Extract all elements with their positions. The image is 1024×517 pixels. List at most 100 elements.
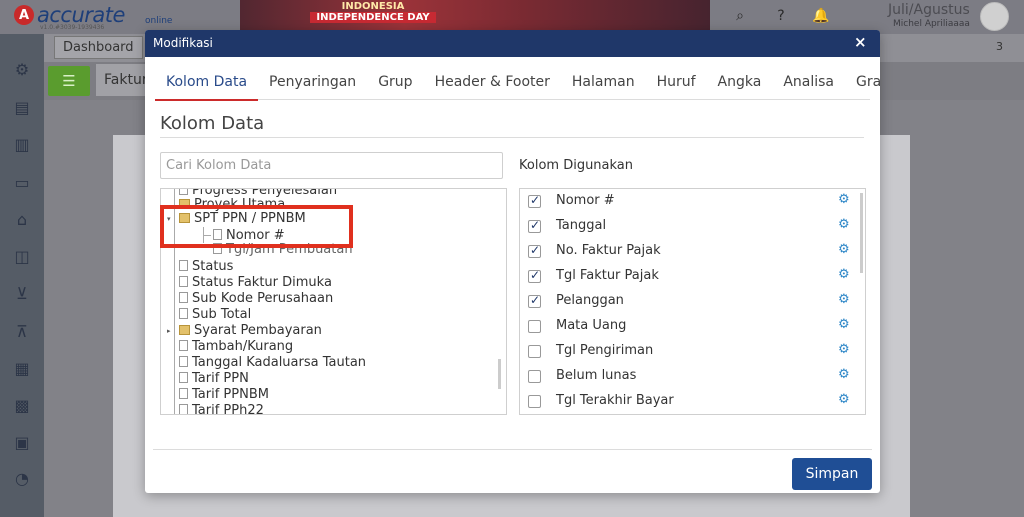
gear-icon[interactable]: ⚙ (838, 192, 850, 207)
tab-dashboard[interactable]: Dashboard (54, 36, 143, 59)
file-icon (179, 189, 188, 195)
tree-item[interactable]: Tarif PPNBM (179, 387, 269, 403)
dialog-header: Modifikasi × (145, 30, 880, 57)
settings-icon[interactable]: ⚙ (11, 59, 33, 81)
tab-penyaringan[interactable]: Penyaringan (258, 71, 367, 99)
logo-mark: A (14, 5, 34, 25)
column-checkbox[interactable] (528, 345, 541, 358)
gear-icon[interactable]: ⚙ (838, 267, 850, 282)
tree-item[interactable]: Status (179, 259, 233, 275)
column-row: Mata Uang ⚙ (528, 317, 858, 337)
modifikasi-dialog: Modifikasi × Kolom Data Penyaringan Grup… (145, 30, 880, 493)
logo-sub: online (145, 16, 173, 26)
columns-scrollbar[interactable] (860, 193, 863, 273)
inventory-icon[interactable]: ▦ (11, 358, 33, 380)
expand-icon[interactable]: ▸ (167, 327, 171, 335)
tree-item[interactable]: Tarif PPh22 (179, 403, 264, 414)
version-text: v1.0.#3039-1939436 (40, 24, 105, 31)
tab-analisa[interactable]: Analisa (772, 71, 845, 99)
gear-icon[interactable]: ⚙ (838, 292, 850, 307)
close-icon[interactable]: × (854, 33, 867, 51)
page-indicator[interactable]: 3 (996, 40, 1003, 53)
tree-item[interactable]: Tanggal Kadaluarsa Tautan (179, 355, 366, 371)
tab-kolom-data[interactable]: Kolom Data (155, 71, 259, 101)
column-row: Tgl Terakhir Bayar ⚙ (528, 392, 858, 412)
folder-icon (179, 325, 190, 335)
section-title: Kolom Data (160, 113, 265, 134)
column-row: Nomor #⚙ (528, 192, 858, 212)
tab-grup[interactable]: Grup (367, 71, 423, 99)
tree-item[interactable]: Status Faktur Dimuka (179, 275, 332, 291)
banner-line1: INDONESIA (341, 1, 405, 12)
columns-used-list: Nomor #⚙ Tanggal⚙ No. Faktur Pajak⚙ Tgl … (519, 188, 866, 415)
column-checkbox[interactable] (528, 395, 541, 408)
ledger-icon[interactable]: ▥ (11, 134, 33, 156)
inbox-icon[interactable]: ▤ (11, 97, 33, 119)
tree-item[interactable]: Tambah/Kurang (179, 339, 293, 355)
column-row: Tgl Faktur Pajak⚙ (528, 267, 858, 287)
tree-item[interactable]: Tarif PPN (179, 371, 249, 387)
gear-icon[interactable]: ⚙ (838, 342, 850, 357)
column-row: Tgl Pengiriman ⚙ (528, 342, 858, 362)
barcode-icon[interactable]: ▩ (11, 395, 33, 417)
gear-icon[interactable]: ⚙ (838, 217, 850, 232)
file-icon (179, 388, 188, 399)
column-checkbox[interactable] (528, 320, 541, 333)
tree-item[interactable]: Syarat Pembayaran (179, 323, 322, 339)
columns-used-label: Kolom Digunakan (519, 158, 634, 173)
gear-icon[interactable]: ⚙ (838, 317, 850, 332)
column-checkbox[interactable] (528, 193, 541, 208)
column-row: Pelanggan⚙ (528, 292, 858, 312)
file-icon (179, 308, 188, 319)
column-checkbox[interactable] (528, 268, 541, 283)
file-icon (179, 276, 188, 287)
file-icon (179, 404, 188, 414)
avatar[interactable] (980, 2, 1009, 31)
tab-huruf[interactable]: Huruf (646, 71, 707, 99)
tree-scrollbar[interactable] (498, 359, 501, 389)
column-row: No. Faktur Pajak⚙ (528, 242, 858, 262)
column-row: Tanggal⚙ (528, 217, 858, 237)
search-input[interactable] (160, 152, 503, 179)
tab-header-footer[interactable]: Header & Footer (424, 71, 561, 99)
gear-icon[interactable]: ⚙ (838, 242, 850, 257)
tree-item[interactable]: Sub Total (179, 307, 251, 323)
user-period[interactable]: Juli/Agustus (888, 2, 970, 18)
book-icon[interactable]: ▭ (11, 172, 33, 194)
column-checkbox[interactable] (528, 293, 541, 308)
chart-icon[interactable]: ◔ (11, 468, 33, 490)
gear-icon[interactable]: ⚙ (838, 367, 850, 382)
file-icon (179, 372, 188, 383)
sales-cart-icon[interactable]: ⊼ (11, 321, 33, 343)
tree-item[interactable]: Sub Kode Perusahaan (179, 291, 333, 307)
file-icon (179, 356, 188, 367)
tab-grafik[interactable]: Grafik (845, 71, 880, 99)
help-icon[interactable]: ? (773, 8, 789, 24)
dialog-title: Modifikasi (153, 36, 213, 50)
tab-angka[interactable]: Angka (707, 71, 773, 99)
cart-icon[interactable]: ⊻ (11, 283, 33, 305)
highlight-box (160, 205, 353, 248)
bell-icon[interactable]: 🔔 (812, 8, 829, 24)
banner-text: INDONESIA INDEPENDENCE DAY (310, 1, 436, 23)
search-icon[interactable]: ⌕ (732, 8, 748, 24)
tab-halaman[interactable]: Halaman (561, 71, 646, 99)
dialog-tabs: Kolom Data Penyaringan Grup Header & Foo… (155, 71, 880, 101)
bank-icon[interactable]: ⌂ (11, 209, 33, 231)
bag-icon[interactable]: ◫ (11, 246, 33, 268)
user-name: Michel Apriliaaaa (893, 19, 970, 29)
file-icon (179, 260, 188, 271)
save-button[interactable]: Simpan (792, 458, 872, 490)
footer-divider (153, 449, 872, 450)
gear-icon[interactable]: ⚙ (838, 392, 850, 407)
list-menu-button[interactable]: ☰ (48, 66, 90, 96)
file-icon (179, 292, 188, 303)
column-checkbox[interactable] (528, 243, 541, 258)
section-divider (160, 137, 864, 138)
report-icon[interactable]: ▣ (11, 432, 33, 454)
column-row: Belum lunas ⚙ (528, 367, 858, 387)
column-checkbox[interactable] (528, 370, 541, 383)
file-icon (179, 340, 188, 351)
banner-line2: INDEPENDENCE DAY (310, 12, 436, 23)
column-checkbox[interactable] (528, 218, 541, 233)
